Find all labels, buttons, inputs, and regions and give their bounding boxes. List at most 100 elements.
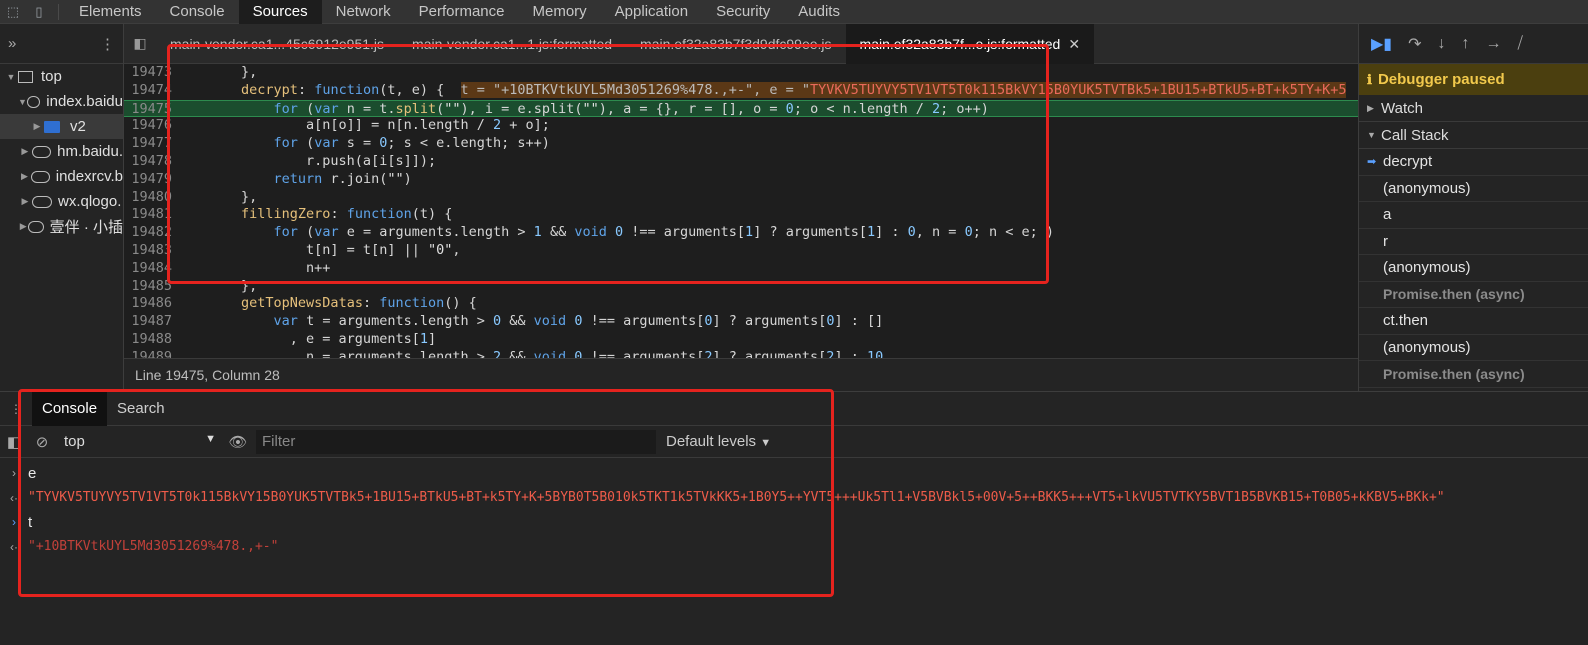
- close-icon[interactable]: ✕: [1068, 36, 1080, 52]
- line-number[interactable]: 19479: [124, 171, 176, 189]
- tab-console[interactable]: Console: [156, 0, 239, 24]
- console-output-line: ‹· "+10BTKVtkUYL5Md3051269%478.,+-": [0, 535, 1588, 560]
- console-input-text[interactable]: t: [28, 514, 32, 531]
- debugger-toolbar: ▶▮ ↷ ↓ ↑ → ⧸: [1359, 24, 1588, 64]
- step-over-icon[interactable]: ↷: [1408, 34, 1421, 54]
- line-number[interactable]: 19473: [124, 64, 176, 82]
- tree-item-top[interactable]: ▼ top: [0, 64, 123, 89]
- log-levels-dropdown[interactable]: Default levels ▼: [666, 433, 771, 450]
- tab-performance[interactable]: Performance: [405, 0, 519, 24]
- expand-arrow-icon[interactable]: ▼: [18, 97, 27, 107]
- inline-e-value: TYVKV5TUYVY5TV1VT5T0k115BkVY15B0YUK5TVTB…: [810, 81, 1347, 98]
- cloud-icon: [31, 170, 50, 183]
- expand-arrow-icon[interactable]: ▶: [18, 146, 32, 157]
- expand-arrow-icon[interactable]: ▼: [4, 72, 18, 82]
- live-expression-eye-icon[interactable]: 👁: [224, 433, 252, 451]
- tree-item-label: 壹伴 · 小插: [49, 219, 123, 236]
- line-number[interactable]: 19483: [124, 242, 176, 260]
- console-output-string: "+10BTKVtkUYL5Md3051269%478.,+-": [28, 539, 279, 555]
- more-options-icon[interactable]: ⋮: [100, 35, 115, 53]
- folder-icon: [44, 120, 60, 133]
- drawer-menu-icon[interactable]: ⋮: [0, 402, 32, 416]
- line-number[interactable]: 19480: [124, 189, 176, 207]
- step-into-icon[interactable]: ↓: [1438, 35, 1446, 53]
- expanded-arrow-icon: ▼: [1367, 130, 1376, 140]
- file-tab[interactable]: main.ef32a83b7f3d9dfc99ee.js: [626, 24, 845, 64]
- source-editor: ◧ main-vendor.ca1...45c6912e951.js main-…: [124, 23, 1358, 391]
- tab-application[interactable]: Application: [601, 0, 702, 24]
- expand-arrow-icon[interactable]: ▶: [18, 196, 32, 207]
- tree-item-index-baidu[interactable]: ▼ index.baidu: [0, 89, 123, 114]
- line-number[interactable]: 19482: [124, 224, 176, 242]
- debugger-sidebar: ▶▮ ↷ ↓ ↑ → ⧸ ℹ Debugger paused ▶ Watch ▼…: [1358, 24, 1588, 391]
- call-frame[interactable]: ct.then: [1359, 308, 1588, 335]
- tree-item-label: indexrcv.b: [55, 168, 123, 185]
- call-frame[interactable]: (anonymous): [1359, 335, 1588, 361]
- console-messages[interactable]: › e ‹· "TYVKV5TUYVY5TV1VT5T0k115BkVY15B0…: [0, 458, 1588, 559]
- line-number[interactable]: 19485: [124, 278, 176, 296]
- output-return-icon: ‹·: [10, 490, 18, 505]
- tree-item-yiban[interactable]: ▶ 壹伴 · 小插: [0, 214, 123, 239]
- call-frame-label: ct.then: [1383, 312, 1429, 330]
- console-sidebar-icon[interactable]: ◧: [0, 433, 28, 451]
- line-number[interactable]: 19477: [124, 135, 176, 153]
- toggle-navigator-icon[interactable]: ◧: [124, 24, 156, 64]
- tree-item-label: wx.qlogo.: [58, 193, 122, 210]
- line-number[interactable]: 19475: [124, 101, 176, 117]
- inspect-element-icon[interactable]: ⬚: [0, 0, 26, 24]
- call-frame-label: (anonymous): [1383, 338, 1471, 356]
- tab-audits[interactable]: Audits: [784, 0, 854, 24]
- more-tabs-icon[interactable]: »: [8, 35, 16, 52]
- line-number[interactable]: 19489: [124, 349, 176, 358]
- call-stack-pane-header[interactable]: ▼ Call Stack: [1359, 122, 1588, 149]
- drawer-tab-console[interactable]: Console: [32, 391, 108, 426]
- call-frame-decrypt[interactable]: ➡ decrypt: [1359, 149, 1588, 176]
- line-number[interactable]: 19486: [124, 295, 176, 313]
- resume-icon[interactable]: ▶▮: [1371, 34, 1392, 54]
- device-toolbar-icon[interactable]: ▯: [26, 0, 52, 24]
- async-label: Promise.then (async): [1383, 286, 1525, 303]
- line-number[interactable]: 19487: [124, 313, 176, 331]
- line-number[interactable]: 19474: [124, 82, 176, 100]
- deactivate-breakpoints-icon[interactable]: ⧸: [1518, 35, 1523, 53]
- tab-elements[interactable]: Elements: [65, 0, 156, 24]
- line-number[interactable]: 19484: [124, 260, 176, 278]
- line-number[interactable]: 19476: [124, 117, 176, 135]
- tab-security[interactable]: Security: [702, 0, 784, 24]
- output-return-icon: ‹·: [10, 539, 18, 554]
- call-frame[interactable]: (anonymous): [1359, 176, 1588, 202]
- file-tab-active[interactable]: main.ef32a83b7f...e.js:formatted ✕: [845, 23, 1095, 64]
- step-out-icon[interactable]: ↑: [1462, 35, 1470, 53]
- file-tab[interactable]: main-vendor.ca1...1.js:formatted: [398, 24, 626, 64]
- expand-arrow-icon[interactable]: ▶: [30, 121, 44, 132]
- expand-arrow-icon[interactable]: ▶: [18, 221, 28, 232]
- console-output-line: ‹· "TYVKV5TUYVY5TV1VT5T0k115BkVY15B0YUK5…: [0, 486, 1588, 511]
- step-icon[interactable]: →: [1486, 35, 1502, 53]
- tab-sources[interactable]: Sources: [238, 0, 322, 24]
- async-boundary: Promise.then (async): [1359, 282, 1588, 308]
- line-number[interactable]: 19481: [124, 206, 176, 224]
- call-frame[interactable]: (anonymous): [1359, 255, 1588, 282]
- console-filter-input[interactable]: [256, 429, 656, 454]
- tree-item-hm-baidu[interactable]: ▶ hm.baidu.: [0, 139, 123, 164]
- call-frame[interactable]: r: [1359, 229, 1588, 255]
- tree-item-wx-qlogo[interactable]: ▶ wx.qlogo.: [0, 189, 123, 214]
- tree-item-v2[interactable]: ▶ v2: [0, 114, 123, 139]
- call-frame-label: decrypt: [1383, 153, 1433, 171]
- current-frame-arrow-icon: ➡: [1367, 156, 1377, 169]
- call-frame[interactable]: a: [1359, 202, 1588, 229]
- line-number[interactable]: 19488: [124, 331, 176, 349]
- input-prompt-icon: ›: [12, 515, 16, 530]
- context-selector[interactable]: top ▼: [56, 433, 224, 450]
- line-number[interactable]: 19478: [124, 153, 176, 171]
- clear-console-icon[interactable]: ⊘: [28, 433, 56, 451]
- tab-memory[interactable]: Memory: [519, 0, 601, 24]
- expand-arrow-icon[interactable]: ▶: [18, 171, 31, 182]
- tab-network[interactable]: Network: [322, 0, 405, 24]
- file-tab[interactable]: main-vendor.ca1...45c6912e951.js: [156, 24, 398, 64]
- cloud-icon: [31, 145, 52, 158]
- tree-item-indexrcv[interactable]: ▶ indexrcv.b: [0, 164, 123, 189]
- code-area[interactable]: 19473 }, 19474 decrypt: function(t, e) {…: [124, 64, 1358, 358]
- drawer-tab-search[interactable]: Search: [107, 392, 175, 426]
- watch-pane-header[interactable]: ▶ Watch: [1359, 95, 1588, 122]
